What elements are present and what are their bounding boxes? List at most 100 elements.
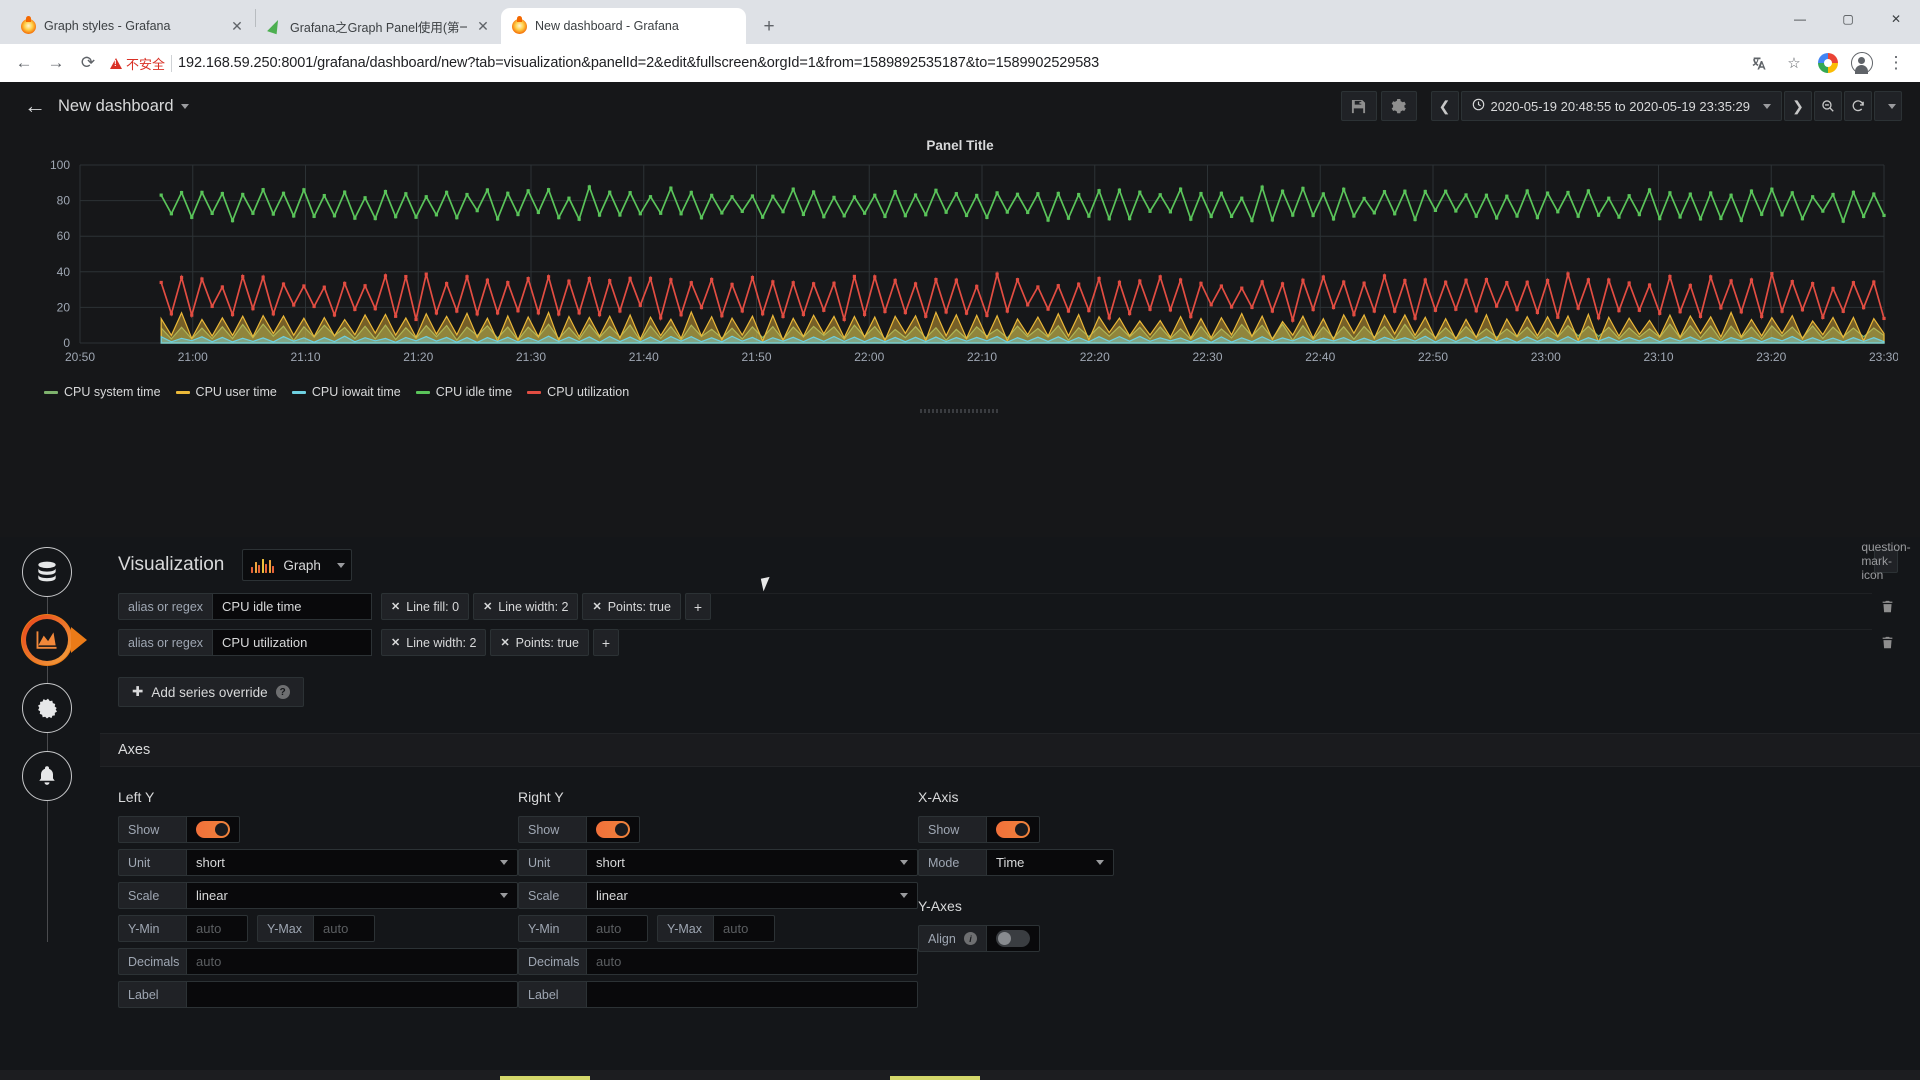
right-y-scale-select[interactable]: linear [586,882,918,909]
gear-icon[interactable] [1380,91,1417,121]
translate-icon[interactable] [1744,47,1776,79]
new-tab-button[interactable]: + [754,11,784,41]
override-alias-input[interactable]: CPU idle time [212,593,373,620]
back-icon[interactable]: ← [8,47,40,79]
right-y-max-input[interactable]: auto [713,915,775,942]
time-range-prev-button[interactable]: ❮ [1430,91,1459,121]
close-icon[interactable]: ✕ [391,600,400,613]
star-icon[interactable]: ☆ [1778,47,1810,79]
window-close-icon[interactable]: ✕ [1872,0,1920,38]
y-axes-align-toggle[interactable] [986,925,1040,952]
question-mark-icon[interactable]: ? [275,685,290,699]
close-icon[interactable]: ✕ [592,600,601,613]
right-y-unit-select[interactable]: short [586,849,918,876]
reload-icon[interactable]: ⟳ [72,47,104,79]
field-label: Scale [518,882,586,909]
info-icon[interactable]: i [964,932,977,945]
toggle-switch[interactable] [996,930,1030,947]
x-axis-show-toggle[interactable] [986,816,1040,843]
gear-wrench-icon [22,683,72,733]
left-y-min-input[interactable]: auto [186,915,248,942]
panel-resize-handle[interactable] [920,409,1000,413]
not-secure-badge[interactable]: 不安全 [110,54,165,73]
close-icon[interactable]: ✕ [500,636,509,649]
toggle-switch[interactable] [196,821,230,838]
account-icon[interactable] [1846,47,1878,79]
browser-tab-2[interactable]: Grafana之Graph Panel使用(第一 ✕ [256,8,501,44]
toggle-switch[interactable] [596,821,630,838]
legend-item[interactable]: CPU iowait time [291,385,401,399]
trash-icon[interactable] [1872,629,1902,656]
help-button[interactable]: question-mark-icon [1861,540,1910,582]
field-label: Label [518,981,586,1008]
chart-canvas[interactable]: 0 20 40 60 80 100 20:50 21:00 21:10 21:20 21:30 21:… [22,155,1898,377]
placeholder-text: auto [596,921,622,936]
override-alias-input[interactable]: CPU utilization [212,629,373,656]
override-option-chip[interactable]: ✕ Line width: 2 [381,629,487,656]
axes-section-header[interactable]: Axes [100,733,1920,767]
left-y-scale-select[interactable]: linear [186,882,518,909]
sidebar-item-queries[interactable] [22,547,72,597]
refresh-icon[interactable] [1844,91,1872,121]
legend-item[interactable]: CPU idle time [415,385,512,399]
sidebar-item-alert[interactable] [22,751,72,801]
close-icon[interactable]: ✕ [229,18,245,34]
x-axis-mode-select[interactable]: Time [986,849,1114,876]
legend-item[interactable]: CPU user time [175,385,277,399]
field-label: Mode [918,849,986,876]
close-icon[interactable]: ✕ [391,636,400,649]
area-chart-icon [22,615,87,665]
profile-icon[interactable] [1812,47,1844,79]
browser-tab-3[interactable]: New dashboard - Grafana [501,8,746,44]
right-y-min-input[interactable]: auto [586,915,648,942]
refresh-interval-dropdown[interactable] [1874,91,1902,121]
toggle-switch[interactable] [996,821,1030,838]
add-series-override-button[interactable]: ✚ Add series override ? [118,677,304,707]
address-bar[interactable]: 不安全 192.168.59.250:8001/grafana/dashboar… [110,49,1738,77]
sidebar-item-visualization[interactable] [22,615,87,665]
kebab-menu-icon[interactable]: ⋮ [1880,47,1912,79]
override-option-chip[interactable]: ✕ Points: true [490,629,589,656]
legend-item[interactable]: CPU system time [44,385,161,399]
panel-title[interactable]: Panel Title [22,130,1898,155]
placeholder-text: auto [196,954,222,969]
time-range-next-button[interactable]: ❯ [1784,91,1812,121]
maximize-icon[interactable]: ▢ [1824,0,1872,38]
left-y-decimals-input[interactable]: auto [186,948,518,975]
override-option-chip[interactable]: ✕ Line width: 2 [473,593,579,620]
override-option-chip[interactable]: ✕ Line fill: 0 [381,593,470,620]
page-title[interactable]: New dashboard [58,97,189,116]
add-override-option-button[interactable]: + [592,629,619,656]
right-y-decimals-input[interactable]: auto [586,948,918,975]
right-y-show-toggle[interactable] [586,816,640,843]
back-arrow-icon[interactable]: ← [20,91,50,121]
close-icon[interactable]: ✕ [483,600,492,613]
taskbar-item[interactable] [500,1076,590,1080]
sidebar-item-general[interactable] [22,683,72,733]
zoom-out-icon[interactable] [1814,91,1842,121]
left-y-label-input[interactable] [186,981,518,1008]
override-option-chip[interactable]: ✕ Points: true [582,593,681,620]
left-y-unit-select[interactable]: short [186,849,518,876]
visualization-type-picker[interactable]: Graph [242,549,352,581]
tab-title: Graph styles - Grafana [44,19,171,33]
minimize-icon[interactable]: — [1776,0,1824,38]
time-range-picker[interactable]: 2020-05-19 20:48:55 to 2020-05-19 23:35:… [1460,91,1782,121]
left-y-show-toggle[interactable] [186,816,240,843]
taskbar-item[interactable] [890,1076,980,1080]
browser-chrome: Graph styles - Grafana ✕ Grafana之Graph P… [0,0,1920,82]
forward-icon[interactable]: → [40,47,72,79]
trash-icon[interactable] [1872,593,1902,620]
add-override-option-button[interactable]: + [684,593,711,620]
right-y-show-row: Show [518,816,918,843]
left-y-label-row: Label [118,981,518,1008]
close-icon[interactable]: ✕ [475,18,491,34]
save-dashboard-button[interactable] [1340,91,1377,121]
svg-text:22:20: 22:20 [1080,350,1110,364]
legend-item[interactable]: CPU utilization [527,385,629,399]
left-y-scale-row: Scale linear [118,882,518,909]
right-y-label-input[interactable] [586,981,918,1008]
chevron-down-icon [900,860,908,865]
left-y-max-input[interactable]: auto [313,915,375,942]
browser-tab-1[interactable]: Graph styles - Grafana ✕ [10,8,255,44]
